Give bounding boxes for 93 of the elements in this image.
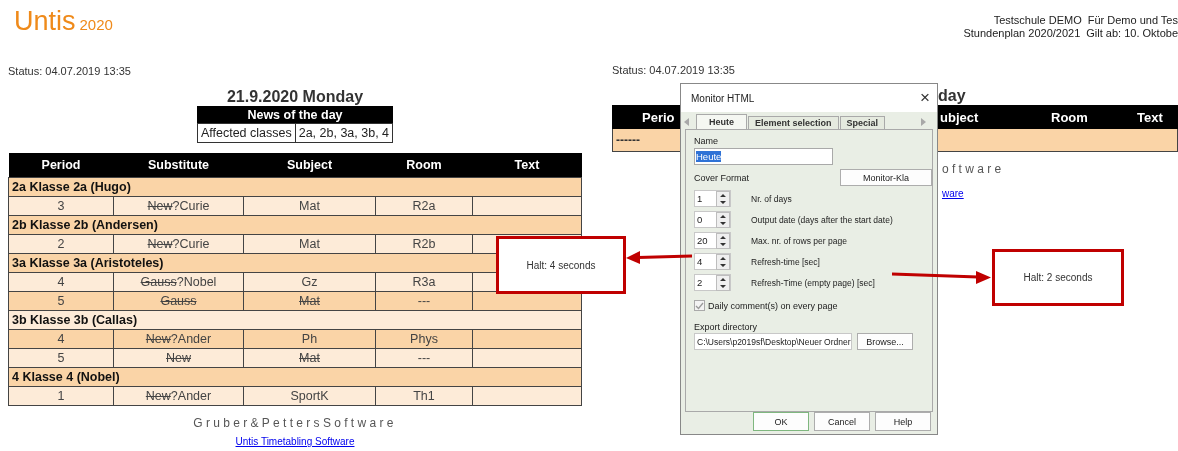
logo-year: 2020	[79, 16, 113, 33]
table-cell: Gz	[243, 272, 376, 292]
cover-format-label: Cover Format	[694, 172, 749, 183]
school-note: Für Demo und Tes	[1087, 14, 1178, 27]
date-heading: 21.9.2020 Monday	[226, 88, 364, 106]
spin-arrows-icon[interactable]	[716, 274, 730, 291]
table-cell: 1	[8, 386, 114, 406]
table-cell: R2b	[375, 234, 473, 254]
dialog-button[interactable]: Help	[875, 412, 931, 431]
table-cell: 3	[8, 196, 114, 216]
spinner-label: Refresh-time [sec]	[751, 256, 820, 267]
table-cell: 5	[8, 291, 114, 311]
table-cell: Gauss	[113, 291, 244, 311]
table-cell: 2	[8, 234, 114, 254]
status-text: Status: 04.07.2019 13:35	[8, 65, 132, 79]
dialog-title: Monitor HTML	[691, 92, 755, 104]
date-heading: day	[938, 87, 966, 104]
dialog-button[interactable]: OK	[753, 412, 809, 431]
table-cell: 4	[8, 272, 114, 292]
close-button[interactable]: ×	[913, 88, 937, 108]
table-cell: Mat	[243, 196, 376, 216]
table-cell: ---	[375, 291, 473, 311]
spinner-label: Max. nr. of rows per page	[751, 235, 847, 246]
number-spinner[interactable]: 0	[694, 211, 731, 228]
monitor-button[interactable]: Monitor-Kla	[840, 169, 932, 186]
callout-box: Halt: 4 seconds	[496, 236, 626, 294]
column-header: Room	[375, 153, 473, 178]
logo-text: Untis	[14, 6, 76, 36]
table-cell: New?Ander	[113, 386, 244, 406]
dialog-button[interactable]: Cancel	[814, 412, 870, 431]
table-cell: Mat	[243, 234, 376, 254]
tab[interactable]: Element selection	[748, 116, 839, 129]
spin-arrows-icon[interactable]	[716, 190, 730, 207]
column-header: Substitute	[113, 153, 244, 178]
name-label: Name	[694, 136, 719, 146]
column-header: Subject	[243, 153, 376, 178]
class-group-heading: 2a Klasse 2a (Hugo)	[8, 177, 582, 197]
table-cell: Gauss?Nobel	[113, 272, 244, 292]
column-header: Text	[1137, 109, 1163, 125]
footer-link[interactable]: Untis Timetabling Software	[235, 436, 355, 447]
spin-arrows-icon[interactable]	[716, 232, 730, 249]
table-cell: Ph	[243, 329, 376, 349]
table-cell: New?Curie	[113, 234, 244, 254]
number-spinner[interactable]: 2	[694, 274, 731, 291]
table-cell: ---	[375, 348, 473, 368]
spinner-label: Output date (days after the start date)	[751, 214, 893, 225]
browse-button[interactable]: Browse...	[857, 333, 913, 350]
column-header: Text	[472, 153, 582, 178]
spinner-label: Nr. of days	[751, 193, 792, 204]
name-field[interactable]: Heute	[694, 148, 833, 165]
column-header: Period	[8, 153, 114, 178]
table-cell: ------	[616, 133, 640, 147]
plan-title: Stundenplan 2020/2021	[963, 27, 1081, 40]
footer-text: Gruber&PettersSoftware	[192, 416, 398, 430]
column-header: Perio	[642, 109, 675, 125]
tab[interactable]: Heute	[696, 114, 747, 129]
column-header: Room	[1051, 109, 1088, 125]
status-text: Status: 04.07.2019 13:35	[612, 64, 736, 78]
table-cell: Mat	[243, 348, 376, 368]
export-field[interactable]: C:\Users\p2019sf\Desktop\Neuer Ordner	[694, 333, 852, 350]
spinner-label: Refresh-Time (empty page) [sec]	[751, 277, 875, 288]
arrow	[626, 249, 694, 265]
table-cell: 4	[8, 329, 114, 349]
callout-box: Halt: 2 seconds	[992, 249, 1124, 306]
number-spinner[interactable]: 4	[694, 253, 731, 270]
spin-arrows-icon[interactable]	[716, 253, 730, 270]
export-label: Export directory	[694, 322, 759, 332]
number-spinner[interactable]: 1	[694, 190, 731, 207]
column-header: ubject	[940, 109, 979, 125]
table-cell: Mat	[243, 291, 376, 311]
footer-link[interactable]: ware	[942, 188, 964, 199]
table-cell: New	[113, 348, 244, 368]
class-group-heading: 4 Klasse 4 (Nobel)	[8, 367, 582, 387]
table-cell: New?Ander	[113, 329, 244, 349]
table-cell: 5	[8, 348, 114, 368]
footer-text: oftware	[942, 162, 1005, 176]
table-cell: Th1	[375, 386, 473, 406]
tab[interactable]: Special	[839, 116, 886, 129]
news-label: Affected classes	[197, 123, 296, 143]
table-cell: Phys	[375, 329, 473, 349]
news-heading: News of the day	[197, 106, 393, 124]
table-cell: SportK	[243, 386, 376, 406]
class-group-heading: 3b Klasse 3b (Callas)	[8, 310, 582, 330]
news-value: 2a, 2b, 3a, 3b, 4	[295, 123, 393, 143]
spin-arrows-icon[interactable]	[716, 211, 730, 228]
number-spinner[interactable]: 20	[694, 232, 731, 249]
school-name: Testschule DEMO	[993, 14, 1082, 27]
class-group-heading: 2b Klasse 2b (Andersen)	[8, 215, 582, 235]
table-cell: New?Curie	[113, 196, 244, 216]
table-cell: R3a	[375, 272, 473, 292]
valid-date: Gilt ab: 10. Oktobe	[1086, 27, 1178, 40]
table-cell: R2a	[375, 196, 473, 216]
checkbox-label: Daily comment(s) on every page	[708, 300, 838, 311]
